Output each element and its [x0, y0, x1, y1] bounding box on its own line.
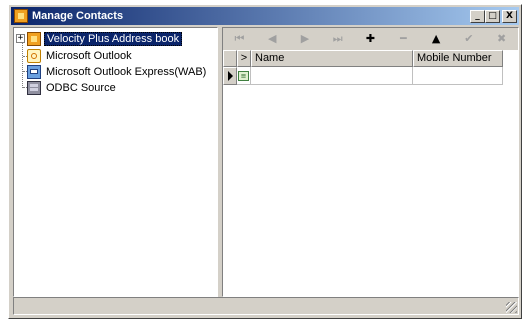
tree-item-odbc-source[interactable]: ODBC Source	[27, 80, 118, 95]
velocity-book-icon	[27, 31, 41, 46]
header-expand-column[interactable]: >	[237, 50, 251, 67]
row-expand-cell[interactable]: ≡	[237, 67, 251, 85]
tree-item-label: ODBC Source	[46, 81, 116, 94]
detail-expand-icon[interactable]: ≡	[238, 70, 249, 81]
outlook-icon	[27, 48, 41, 63]
contacts-grid[interactable]: > Name Mobile Number ≡	[223, 50, 518, 296]
resize-grip-icon[interactable]	[506, 302, 517, 313]
delete-record-button[interactable]: ━	[387, 29, 420, 49]
contacts-pane: ⏮ ◀ ▶ ⏭ ✚ ━ ▲ ✔ ✖ > Name Mobile Number ≡	[222, 27, 519, 297]
header-indicator	[223, 50, 237, 67]
header-name[interactable]: Name	[251, 50, 413, 67]
table-row[interactable]: ≡	[223, 67, 503, 85]
tree-item-velocity-plus[interactable]: + Velocity Plus Address book	[16, 31, 183, 46]
record-navigator: ⏮ ◀ ▶ ⏭ ✚ ━ ▲ ✔ ✖	[223, 28, 518, 50]
last-record-button[interactable]: ⏭	[321, 29, 354, 49]
title-bar[interactable]: Manage Contacts _ □ X	[11, 7, 519, 25]
address-source-tree[interactable]: + Velocity Plus Address book Microsoft O…	[13, 27, 218, 297]
window-controls: _ □ X	[470, 9, 517, 23]
first-record-button[interactable]: ⏮	[223, 29, 256, 49]
grid-header: > Name Mobile Number	[223, 50, 503, 67]
outlook-express-icon	[27, 64, 41, 79]
tree-connector-line	[22, 42, 23, 88]
tree-item-label: Microsoft Outlook	[46, 49, 132, 62]
prior-record-button[interactable]: ◀	[256, 29, 289, 49]
tree-item-outlook-express[interactable]: Microsoft Outlook Express(WAB)	[27, 64, 208, 79]
maximize-button[interactable]: □	[485, 9, 500, 23]
window-title: Manage Contacts	[32, 10, 124, 22]
mobile-number-cell[interactable]	[413, 67, 503, 85]
app-icon	[14, 9, 28, 23]
edit-record-button[interactable]: ▲	[420, 29, 453, 49]
current-row-indicator-icon	[223, 67, 237, 85]
close-button[interactable]: X	[502, 9, 517, 23]
odbc-icon	[27, 80, 41, 95]
tree-item-label: Microsoft Outlook Express(WAB)	[46, 65, 207, 78]
tree-item-label: Velocity Plus Address book	[44, 31, 183, 46]
insert-record-button[interactable]: ✚	[354, 29, 387, 49]
next-record-button[interactable]: ▶	[289, 29, 322, 49]
minimize-button[interactable]: _	[470, 9, 485, 23]
manage-contacts-window: Manage Contacts _ □ X + Velocity Plus Ad…	[8, 4, 522, 319]
name-cell[interactable]	[251, 67, 413, 85]
expand-icon[interactable]: +	[16, 34, 25, 43]
cancel-record-button[interactable]: ✖	[485, 29, 518, 49]
status-bar	[13, 297, 519, 315]
header-mobile-number[interactable]: Mobile Number	[413, 50, 503, 67]
tree-item-microsoft-outlook[interactable]: Microsoft Outlook	[27, 48, 134, 63]
post-record-button[interactable]: ✔	[452, 29, 485, 49]
